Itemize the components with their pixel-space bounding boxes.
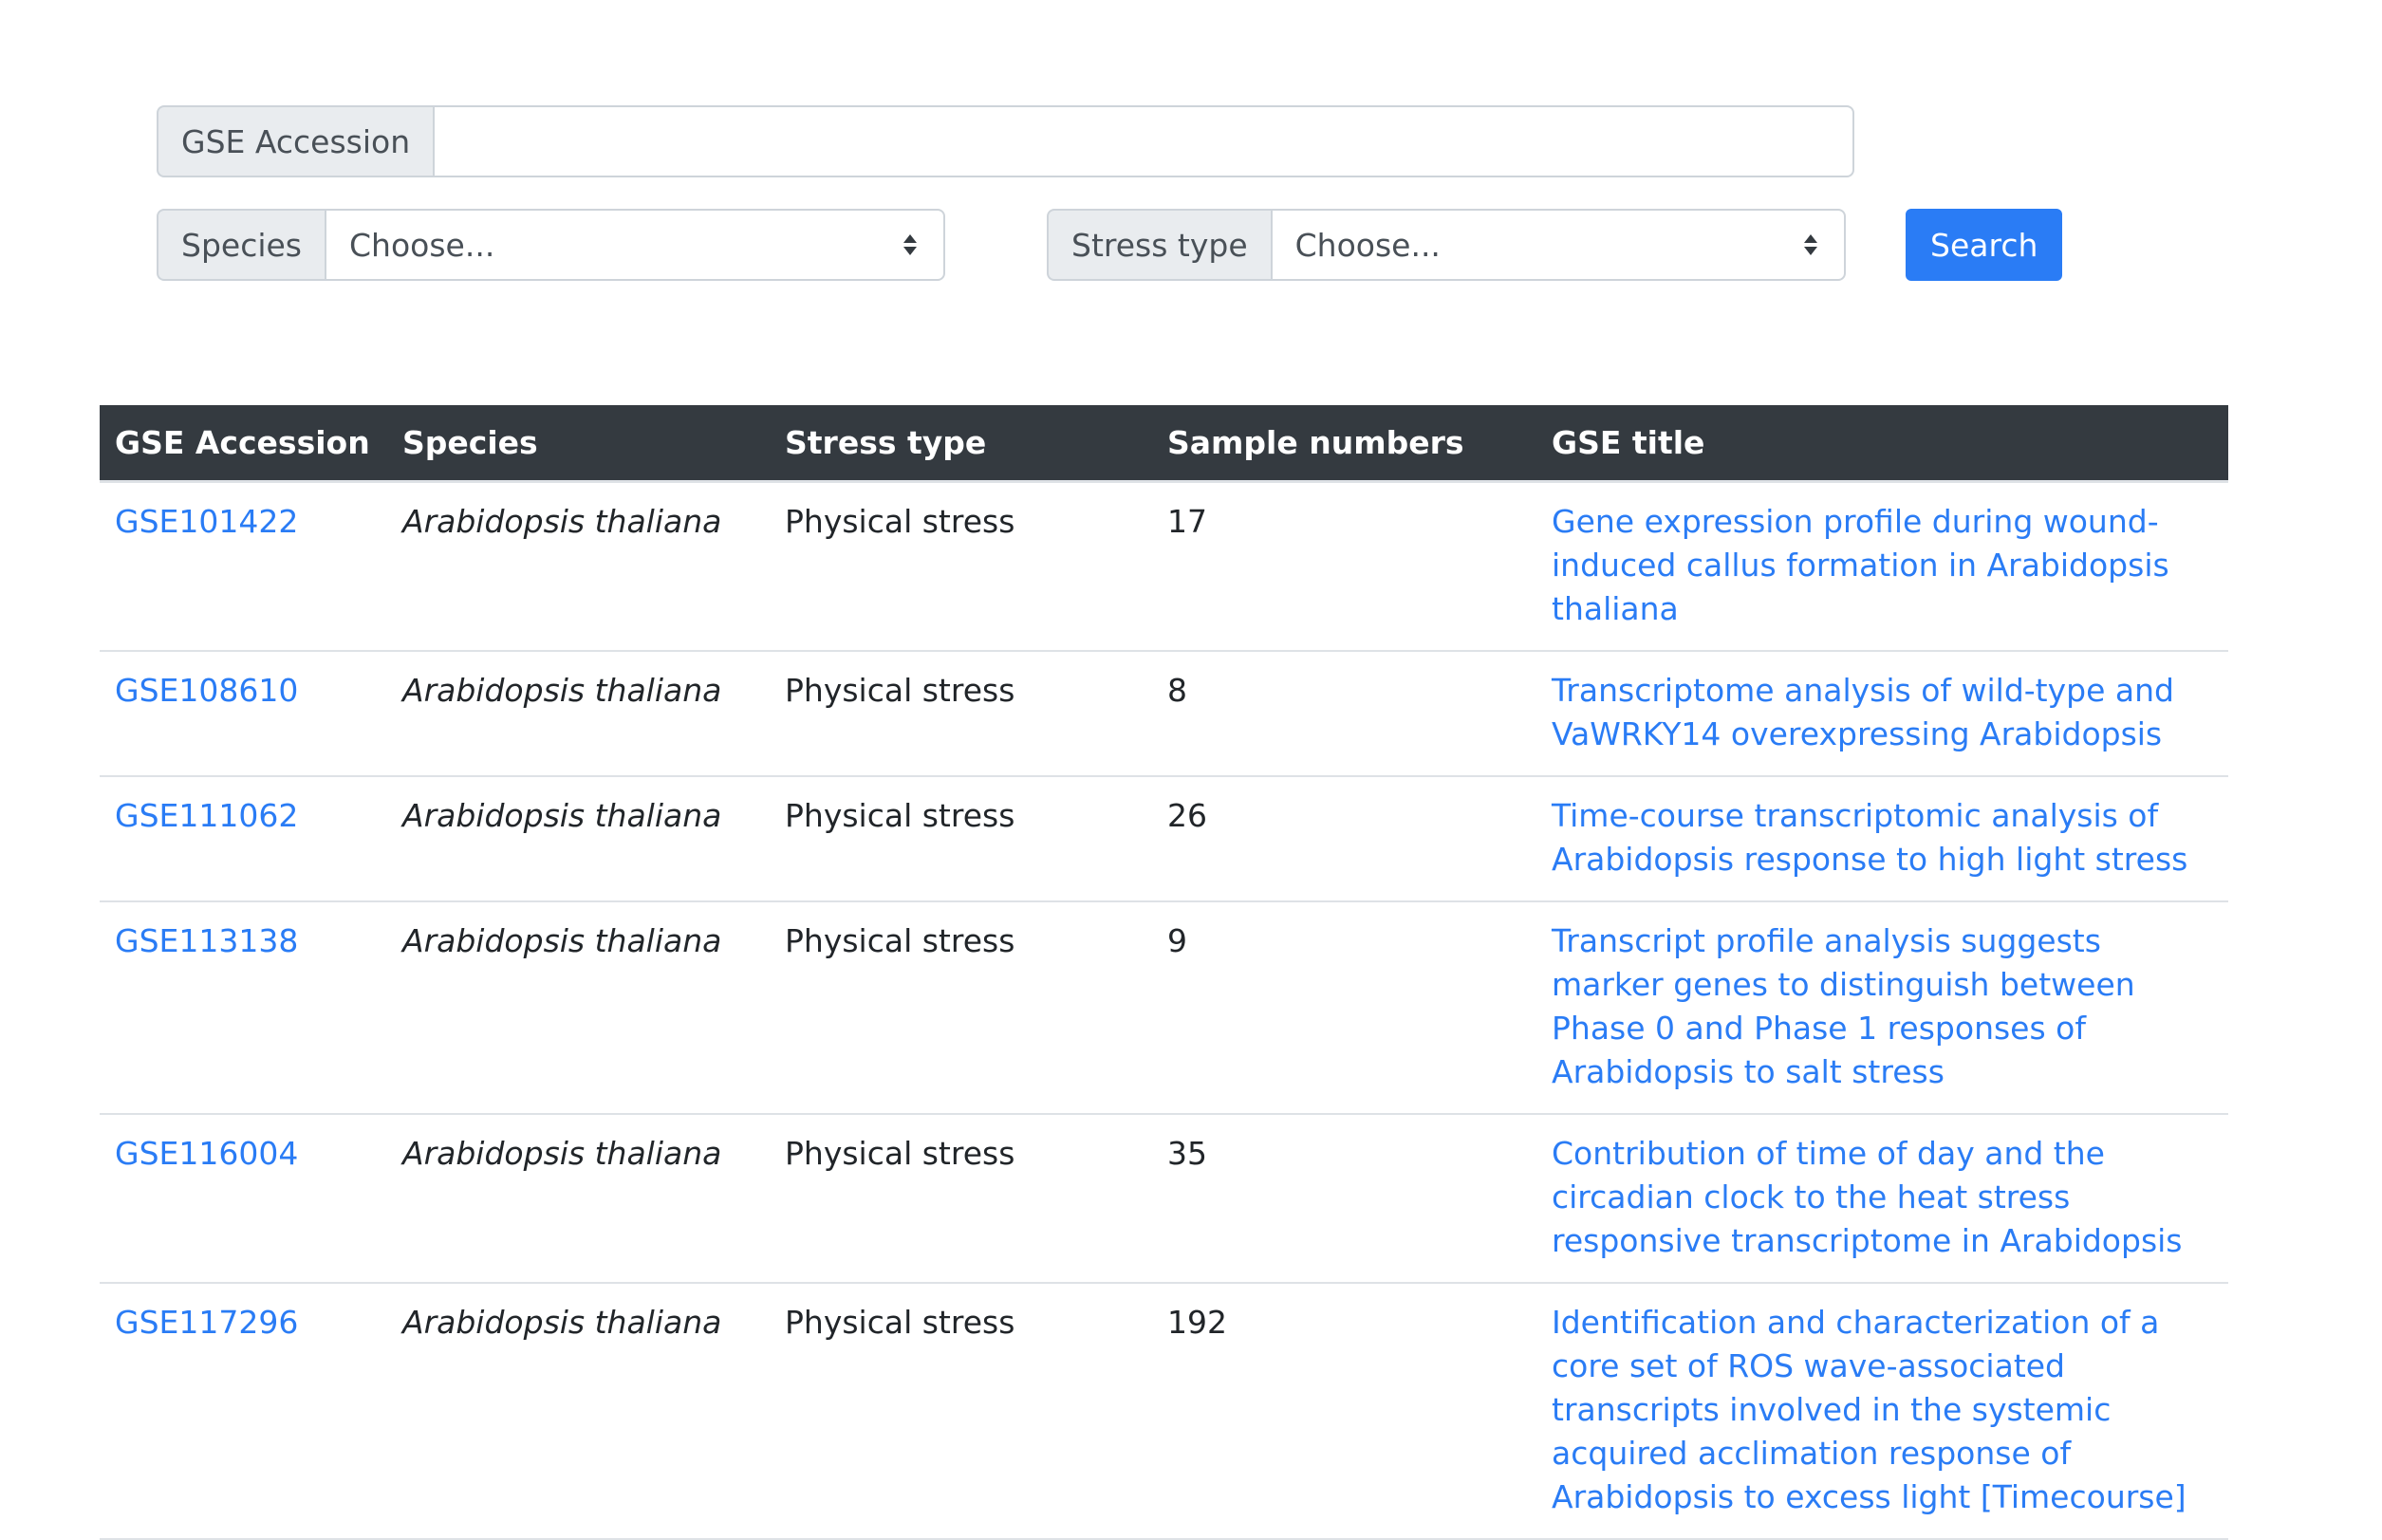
accession-search-row: GSE Accession [157, 105, 1855, 177]
accession-cell: GSE113138 [100, 900, 387, 1115]
stress-type-cell: Physical stress [770, 1113, 1152, 1284]
accession-cell: GSE101422 [100, 481, 387, 652]
title-cell: Identification and characterization of a… [1536, 1282, 2228, 1540]
title-link[interactable]: Transcriptome analysis of wild-type and … [1552, 672, 2174, 752]
stress-type-cell: Physical stress [770, 481, 1152, 652]
accession-link[interactable]: GSE108610 [115, 672, 298, 709]
table-row: GSE111062 Arabidopsis thaliana Physical … [100, 775, 2228, 902]
species-cell: Arabidopsis thaliana [387, 900, 770, 1115]
species-selected-value: Choose... [349, 226, 495, 264]
stress-type-filter: Stress type Choose... [1047, 209, 1846, 281]
species-label: Species [157, 209, 326, 281]
species-select[interactable]: Choose... [325, 209, 946, 281]
stress-type-input-group: Stress type Choose... [1047, 209, 1846, 281]
results-table: GSE Accession Species Stress type Sample… [100, 405, 2228, 1540]
stress-type-cell: Physical stress [770, 650, 1152, 777]
header-gse-accession: GSE Accession [100, 405, 387, 483]
stress-type-selected-value: Choose... [1294, 226, 1441, 264]
sample-numbers-cell: 26 [1152, 775, 1536, 902]
title-cell: Contribution of time of day and the circ… [1536, 1113, 2228, 1284]
header-gse-title: GSE title [1536, 405, 2228, 483]
accession-cell: GSE116004 [100, 1113, 387, 1284]
title-cell: Transcript profile analysis suggests mar… [1536, 900, 2228, 1115]
select-arrows-icon [903, 234, 918, 255]
sample-numbers-cell: 35 [1152, 1113, 1536, 1284]
species-cell: Arabidopsis thaliana [387, 650, 770, 777]
sample-numbers-cell: 8 [1152, 650, 1536, 777]
stress-type-cell: Physical stress [770, 900, 1152, 1115]
title-cell: Gene expression profile during wound-ind… [1536, 481, 2228, 652]
species-cell: Arabidopsis thaliana [387, 1113, 770, 1284]
accession-link[interactable]: GSE111062 [115, 797, 298, 834]
table-row: GSE116004 Arabidopsis thaliana Physical … [100, 1113, 2228, 1284]
table-header-row: GSE Accession Species Stress type Sample… [100, 405, 2228, 483]
stress-type-cell: Physical stress [770, 1282, 1152, 1540]
accession-link[interactable]: GSE117296 [115, 1304, 298, 1341]
table-row: GSE108610 Arabidopsis thaliana Physical … [100, 650, 2228, 777]
species-cell: Arabidopsis thaliana [387, 481, 770, 652]
accession-cell: GSE111062 [100, 775, 387, 902]
table-row: GSE117296 Arabidopsis thaliana Physical … [100, 1282, 2228, 1540]
header-stress-type: Stress type [770, 405, 1152, 483]
accession-cell: GSE117296 [100, 1282, 387, 1540]
title-link[interactable]: Contribution of time of day and the circ… [1552, 1135, 2183, 1259]
species-cell: Arabidopsis thaliana [387, 1282, 770, 1540]
accession-link[interactable]: GSE101422 [115, 503, 298, 540]
accession-input[interactable] [433, 105, 1855, 177]
stress-type-cell: Physical stress [770, 775, 1152, 902]
accession-link[interactable]: GSE116004 [115, 1135, 298, 1172]
header-species: Species [387, 405, 770, 483]
accession-label: GSE Accession [157, 105, 434, 177]
sample-numbers-cell: 17 [1152, 481, 1536, 652]
title-cell: Time-course transcriptomic analysis of A… [1536, 775, 2228, 902]
select-arrows-icon [1803, 234, 1817, 255]
stress-type-select[interactable]: Choose... [1270, 209, 1846, 281]
species-cell: Arabidopsis thaliana [387, 775, 770, 902]
species-input-group: Species Choose... [157, 209, 946, 281]
table-row: GSE101422 Arabidopsis thaliana Physical … [100, 481, 2228, 652]
title-link[interactable]: Transcript profile analysis suggests mar… [1552, 922, 2135, 1090]
title-link[interactable]: Gene expression profile during wound-ind… [1552, 503, 2169, 627]
table-row: GSE113138 Arabidopsis thaliana Physical … [100, 900, 2228, 1115]
title-cell: Transcriptome analysis of wild-type and … [1536, 650, 2228, 777]
stress-type-label: Stress type [1047, 209, 1271, 281]
species-filter: Species Choose... [157, 209, 946, 281]
header-sample-numbers: Sample numbers [1152, 405, 1536, 483]
sample-numbers-cell: 192 [1152, 1282, 1536, 1540]
title-link[interactable]: Time-course transcriptomic analysis of A… [1552, 797, 2187, 878]
search-button[interactable]: Search [1906, 209, 2063, 281]
accession-cell: GSE108610 [100, 650, 387, 777]
sample-numbers-cell: 9 [1152, 900, 1536, 1115]
title-link[interactable]: Identification and characterization of a… [1552, 1304, 2187, 1515]
accession-link[interactable]: GSE113138 [115, 922, 298, 959]
accession-input-group: GSE Accession [157, 105, 1855, 177]
